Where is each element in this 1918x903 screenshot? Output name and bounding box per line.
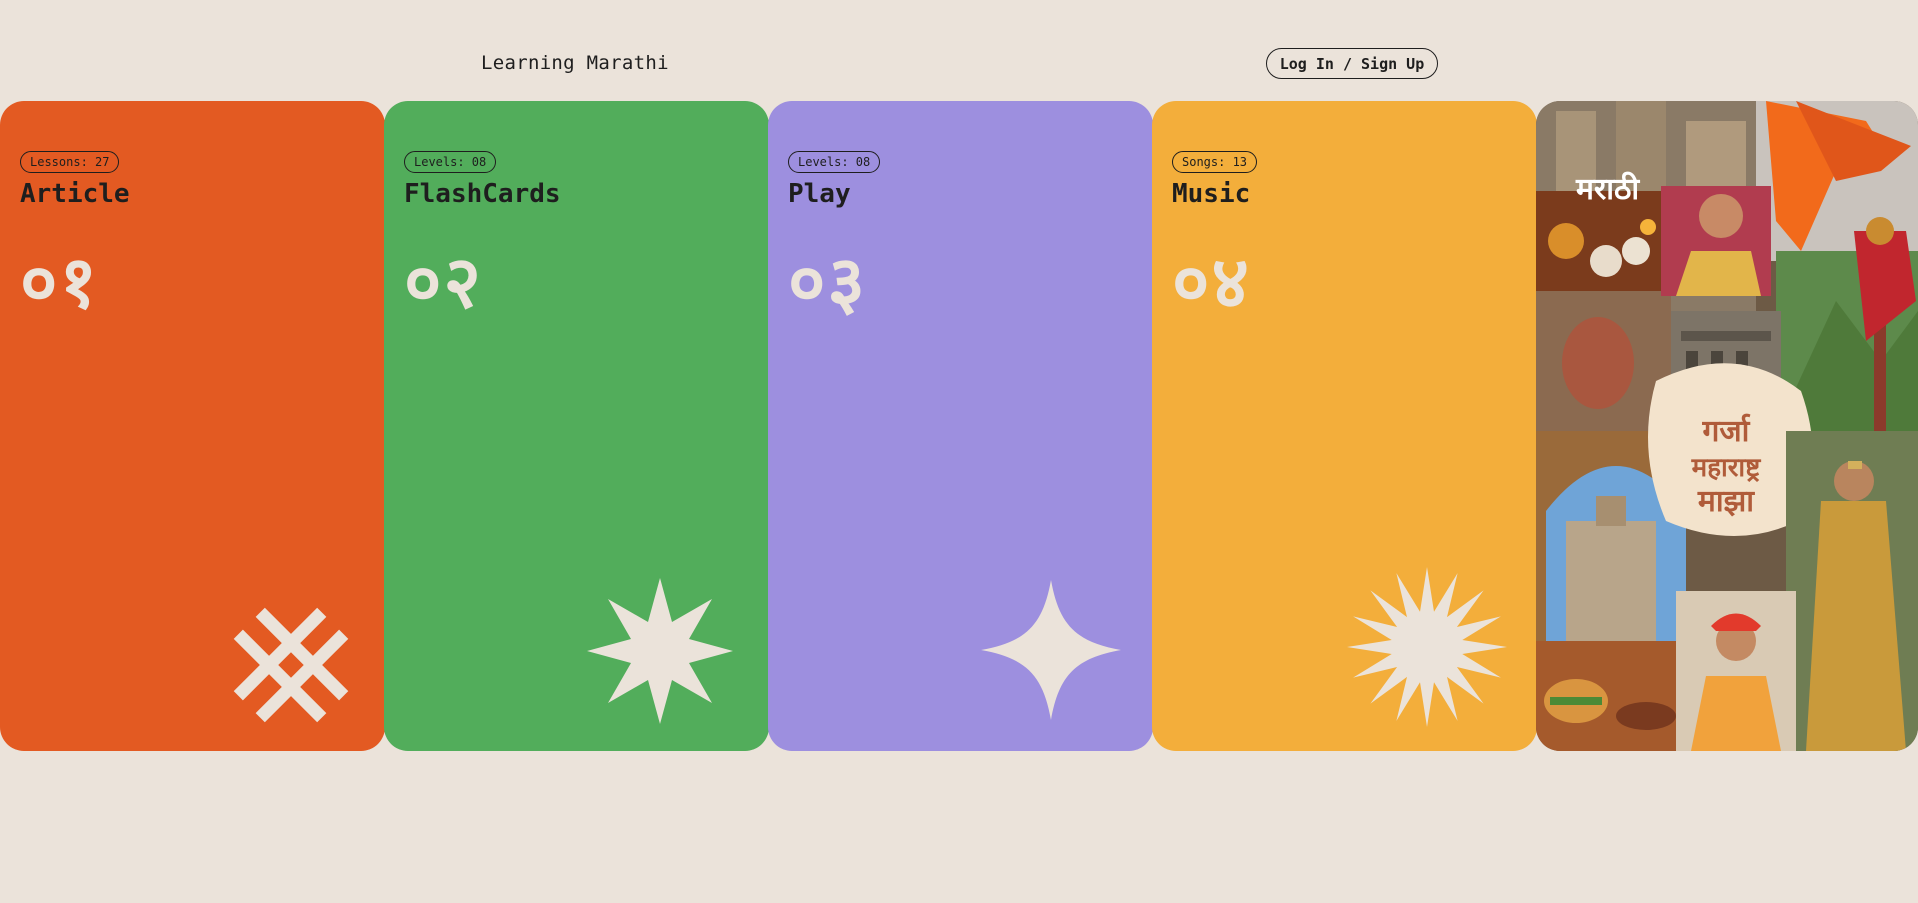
- card-title: FlashCards: [404, 179, 561, 209]
- card-row: Lessons: 27 Article ०१ Levels: 08 FlashC…: [0, 101, 1918, 751]
- card-title: Play: [788, 179, 851, 209]
- levels-count-badge: Levels: 08: [788, 151, 881, 173]
- four-point-sparkle-icon: [981, 580, 1121, 720]
- card-number: ०३: [788, 240, 867, 324]
- card-flashcards[interactable]: Levels: 08 FlashCards ०२: [384, 101, 769, 751]
- card-title: Music: [1172, 179, 1251, 209]
- site-title: Learning Marathi: [481, 52, 669, 74]
- marathi-culture-collage: गर्जा महाराष्ट्र माझा मराठी: [1536, 101, 1918, 751]
- login-signup-button[interactable]: Log In / Sign Up: [1266, 48, 1438, 79]
- levels-count-badge: Levels: 08: [404, 151, 497, 173]
- songs-count-badge: Songs: 13: [1172, 151, 1258, 173]
- svg-text:गर्जा: गर्जा: [1702, 413, 1751, 449]
- collage-label: मराठी: [1576, 172, 1640, 207]
- eight-point-star-icon: [587, 578, 733, 724]
- lessons-count-badge: Lessons: 27: [20, 151, 120, 173]
- card-title: Article: [20, 179, 130, 209]
- svg-text:महाराष्ट्र: महाराष्ट्र: [1691, 453, 1762, 483]
- sunburst-star-icon: [1347, 567, 1507, 727]
- card-number: ०२: [404, 240, 483, 324]
- hashtag-cross-icon: [233, 607, 349, 723]
- card-music[interactable]: Songs: 13 Music ०४: [1152, 101, 1537, 751]
- card-number: ०१: [20, 240, 99, 324]
- svg-text:माझा: माझा: [1697, 484, 1755, 519]
- card-play[interactable]: Levels: 08 Play ०३: [768, 101, 1153, 751]
- card-article[interactable]: Lessons: 27 Article ०१: [0, 101, 385, 751]
- card-number: ०४: [1172, 240, 1251, 324]
